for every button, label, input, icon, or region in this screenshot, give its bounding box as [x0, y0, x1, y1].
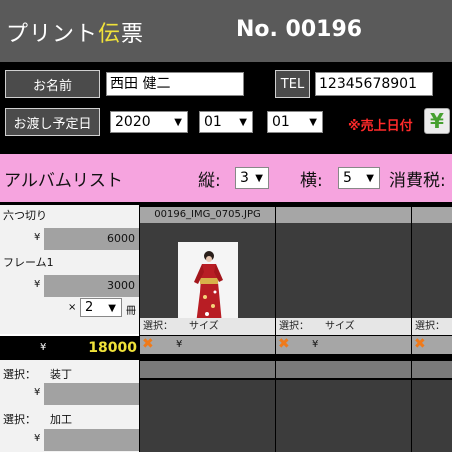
order-number: No. 00196 [236, 17, 363, 42]
item-price-row-1: ¥ 6000 [0, 228, 139, 250]
select-label: 選択： [415, 321, 445, 332]
chevron-down-icon: ▼ [255, 173, 263, 184]
title-part-1: プリント [6, 22, 99, 47]
yen-icon: ¥ [430, 109, 444, 133]
sales-date-label: ※売上日付 [348, 119, 413, 134]
album-list-bar: アルバムリスト 縦: 3 ▼ 横: 5 ▼ 消費税: [0, 154, 452, 202]
chevron-down-icon: ▼ [239, 117, 247, 128]
item-price-2[interactable]: 3000 [44, 275, 139, 297]
tax-label: 消費税: [389, 171, 446, 191]
select-label: 選択： [279, 321, 309, 332]
price-panel: 六つ切り ¥ 6000 フレーム1 ¥ 3000 × 2 ▼ 冊 ¥ 18000 … [0, 205, 139, 452]
album-list-title: アルバムリスト [4, 171, 123, 191]
empty-photo-frame[interactable] [412, 380, 452, 452]
quantity-value: 2 [85, 300, 94, 315]
option-row-1[interactable]: 選択： 装丁 [0, 366, 139, 384]
photo-option-select[interactable]: 選択： [412, 318, 452, 335]
next-row-header [412, 361, 452, 378]
yen-sign: ¥ [312, 339, 319, 350]
photo-frame[interactable] [276, 223, 411, 318]
rows-label: 縦: [198, 171, 221, 191]
rows-value: 3 [240, 170, 249, 186]
tel-field[interactable]: 12345678901 [315, 72, 433, 96]
option-price-1[interactable] [44, 383, 139, 405]
cols-select[interactable]: 5 ▼ [338, 167, 380, 189]
option-price-row-1: ¥ [0, 383, 139, 405]
kimono-photo-image [178, 242, 238, 330]
header-bar: プリント伝票 No. 00196 [0, 0, 452, 62]
yen-sign: ¥ [34, 433, 41, 444]
chevron-down-icon: ▼ [366, 173, 374, 184]
day-select[interactable]: 01 ▼ [267, 111, 323, 133]
photo-filename: 00196_IMG_0705.JPG [140, 207, 275, 223]
total-value: 18000 [88, 340, 137, 356]
size-label: サイズ [189, 321, 219, 332]
yen-sign: ¥ [40, 342, 47, 353]
option-value-processing: 加工 [50, 413, 72, 426]
option-price-row-2: ¥ [0, 429, 139, 451]
yen-sign: ¥ [176, 339, 183, 350]
empty-photo-frame[interactable] [276, 380, 411, 452]
chevron-down-icon: ▼ [108, 303, 116, 314]
yen-sign: ¥ [34, 279, 41, 290]
photo-filename [276, 207, 411, 223]
delivery-date-label: お渡し予定日 [5, 108, 100, 136]
yen-sign: ¥ [34, 387, 41, 398]
cols-value: 5 [343, 170, 352, 186]
photo-cell-1: 00196_IMG_0705.JPG 選択： サイズ ✖ ¥ [140, 205, 275, 452]
close-icon[interactable]: ✖ [414, 336, 426, 353]
title-part-2: 票 [121, 22, 145, 47]
close-icon[interactable]: ✖ [142, 336, 154, 353]
next-row-header [276, 361, 411, 378]
total-row: ¥ 18000 [0, 334, 139, 360]
photo-price-row: ✖ ¥ [276, 336, 411, 354]
day-value: 01 [272, 114, 290, 130]
yen-sign: ¥ [34, 232, 41, 243]
quantity-unit: 冊 [126, 306, 136, 317]
year-value: 2020 [115, 114, 151, 130]
print-slip-page: プリント伝票 No. 00196 お名前 西田 健二 TEL 123456789… [0, 0, 452, 452]
photo-frame[interactable] [140, 223, 275, 330]
photo-option-select[interactable]: 選択： サイズ [140, 318, 275, 335]
empty-photo-frame[interactable] [140, 380, 275, 452]
option-select-label: 選択： [3, 368, 36, 381]
item-price-row-2: ¥ 3000 [0, 275, 139, 297]
photo-price-row: ✖ [412, 336, 452, 354]
month-value: 01 [204, 114, 222, 130]
item-name-1: 六つ切り [3, 209, 47, 222]
rows-select[interactable]: 3 ▼ [235, 167, 269, 189]
chevron-down-icon: ▼ [309, 117, 317, 128]
item-price-1[interactable]: 6000 [44, 228, 139, 250]
photo-filename [412, 207, 452, 223]
size-label: サイズ [325, 321, 355, 332]
option-price-2[interactable] [44, 429, 139, 451]
option-row-2[interactable]: 選択： 加工 [0, 411, 139, 429]
chevron-down-icon: ▼ [174, 117, 182, 128]
option-value-binding: 装丁 [50, 368, 72, 381]
month-select[interactable]: 01 ▼ [199, 111, 253, 133]
item-name-2: フレーム1 [3, 256, 54, 269]
next-row-header [140, 361, 275, 378]
name-label: お名前 [5, 70, 100, 98]
title-accent: 伝 [98, 22, 122, 47]
photo-cell-2: 選択： サイズ ✖ ¥ [276, 205, 411, 452]
yen-button[interactable]: ¥ [424, 108, 450, 134]
page-title: プリント伝票 [6, 16, 144, 48]
quantity-row: × 2 ▼ 冊 [0, 298, 139, 320]
quantity-select[interactable]: 2 ▼ [80, 298, 122, 317]
select-label: 選択： [143, 321, 173, 332]
option-select-label: 選択： [3, 413, 36, 426]
photo-thumbnail[interactable] [178, 242, 238, 330]
tel-label: TEL [275, 70, 310, 98]
cols-label: 横: [300, 171, 323, 191]
customer-form: お名前 西田 健二 TEL 12345678901 お渡し予定日 2020 ▼ 0… [0, 62, 452, 144]
photo-price-row: ✖ ¥ [140, 336, 275, 354]
multiply-sign: × [68, 302, 77, 313]
name-field[interactable]: 西田 健二 [106, 72, 244, 96]
photo-option-select[interactable]: 選択： サイズ [276, 318, 411, 335]
year-select[interactable]: 2020 ▼ [110, 111, 188, 133]
photo-frame[interactable] [412, 223, 452, 318]
photo-cell-3: 選択： ✖ [412, 205, 452, 452]
close-icon[interactable]: ✖ [278, 336, 290, 353]
